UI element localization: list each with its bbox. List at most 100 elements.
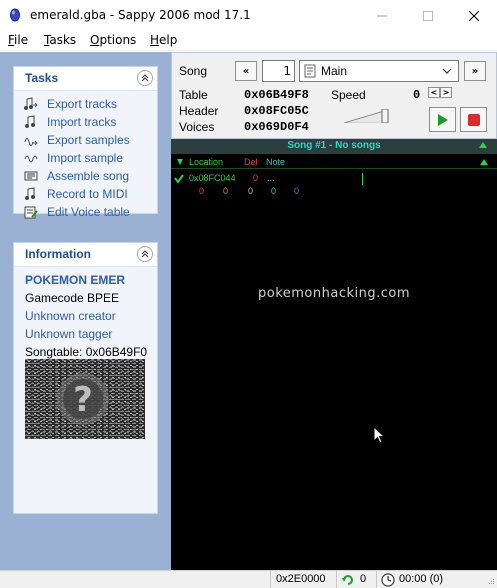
import-sample-icon [24, 155, 38, 163]
status-loops: 0 [360, 573, 367, 585]
task-label: Export tracks [47, 97, 118, 111]
status-time-seg: 00:00 (0) [376, 571, 497, 588]
window-title: emerald.gba - Sappy 2006 mod 17.1 [30, 8, 251, 22]
resize-grip-icon[interactable] [485, 577, 495, 587]
header-label: Header [179, 104, 219, 118]
info-panel-header: Information [14, 243, 157, 267]
tasks-panel-title: Tasks [25, 71, 59, 85]
song-label: Song [179, 64, 208, 78]
info-collapse-button[interactable] [137, 246, 153, 262]
table-label: Table [179, 88, 208, 102]
status-time: 00:00 (0) [399, 573, 444, 585]
menu-options[interactable]: Options [90, 33, 136, 47]
triangle-up-icon [480, 159, 488, 165]
task-label: Import tracks [47, 115, 117, 129]
status-bar: 0x2E0000 0 00:00 (0) [0, 570, 497, 588]
task-assemble-song[interactable]: Assemble song [14, 167, 157, 185]
speed-label: Speed [331, 88, 366, 102]
svg-text:?: ? [73, 380, 93, 420]
song-number-input[interactable]: 1 [262, 60, 295, 82]
task-label: Record to MIDI [47, 187, 128, 201]
track-param-0: 0 [199, 186, 205, 196]
table-value: 0x06B49F8 [244, 88, 309, 102]
task-import-tracks[interactable]: Import tracks [14, 113, 157, 131]
app-icon [10, 8, 20, 22]
track-param-4: 0 [294, 186, 300, 196]
song-header: Song #1 - No songs [171, 139, 497, 154]
info-panel: Information POKEMON EMER Gamecode BPEE U… [13, 242, 158, 514]
task-record-midi[interactable]: Record to MIDI [14, 185, 157, 203]
speed-up-button[interactable]: > [440, 87, 452, 98]
checkmark-icon[interactable] [174, 174, 184, 183]
voices-label: Voices [179, 120, 215, 134]
song-name-select[interactable]: Main [299, 60, 459, 82]
mouse-cursor-icon [373, 426, 386, 444]
tasks-panel-header: Tasks [14, 67, 157, 91]
prev-song-button[interactable]: « [235, 61, 257, 81]
track-view[interactable]: Song #1 - No songs Location Del Note 0x0… [171, 139, 497, 570]
creator-link[interactable]: Unknown creator [14, 307, 157, 325]
col-location: Location [189, 157, 224, 167]
menu-tasks[interactable]: Tasks [44, 33, 76, 47]
volume-slider[interactable] [344, 109, 392, 123]
tagger-link[interactable]: Unknown tagger [14, 325, 157, 343]
task-import-sample[interactable]: Import sample [14, 149, 157, 167]
chevron-up-double-icon [141, 74, 149, 82]
record-midi-icon [25, 187, 35, 200]
task-label: Import sample [47, 151, 124, 165]
import-tracks-icon [25, 115, 35, 128]
track-param-2: 0 [248, 186, 254, 196]
speed-value: 0 [413, 88, 421, 102]
loop-icon [342, 575, 353, 585]
track-location: 0x08FC044 [189, 173, 236, 183]
tasks-collapse-button[interactable] [137, 70, 153, 86]
task-export-tracks[interactable]: Export tracks [14, 95, 157, 113]
tasks-panel: Tasks Export tracks Import tracks Export… [13, 66, 158, 219]
status-loops-seg: 0 [336, 571, 376, 588]
speed-down-button[interactable]: < [428, 87, 440, 98]
task-label: Edit Voice table [47, 205, 130, 219]
header-value: 0x08FC05C [244, 104, 309, 118]
stop-button[interactable] [460, 107, 487, 132]
track-del: 0 [253, 173, 259, 183]
col-del: Del [244, 157, 258, 167]
minimize-icon [377, 15, 387, 16]
minimize-button[interactable] [359, 0, 405, 31]
edit-voice-table-icon [24, 206, 38, 219]
play-icon [437, 113, 448, 126]
song-controls: Song « 1 Main » Table 0x06B49F8 Speed 0 … [171, 52, 497, 139]
maximize-icon [423, 10, 433, 21]
track-param-3: 0 [271, 186, 277, 196]
triangle-up-icon [479, 142, 487, 148]
watermark-text: pokemonhacking.com [257, 286, 410, 301]
menu-help[interactable]: Help [150, 33, 177, 47]
left-pane: Tasks Export tracks Import tracks Export… [0, 52, 171, 570]
menu-file[interactable]: File [8, 33, 28, 47]
maximize-button[interactable] [405, 0, 451, 31]
export-samples-icon [24, 138, 38, 146]
menu-bar: File Tasks Options Help [0, 31, 497, 51]
status-address: 0x2E0000 [270, 571, 336, 588]
triangle-down-icon [177, 159, 183, 165]
close-button[interactable] [451, 0, 497, 31]
header-divider [171, 168, 497, 169]
track-position-marker [362, 173, 363, 185]
title-bar: emerald.gba - Sappy 2006 mod 17.1 [0, 0, 497, 31]
task-export-samples[interactable]: Export samples [14, 131, 157, 149]
document-icon [304, 64, 316, 78]
game-name: POKEMON EMER [25, 273, 126, 287]
track-param-1: 0 [223, 186, 229, 196]
gamecode: Gamecode BPEE [25, 291, 120, 305]
unknown-image-icon: ? [25, 359, 145, 439]
task-label: Export samples [47, 133, 130, 147]
task-edit-voice-table[interactable]: Edit Voice table [14, 203, 157, 221]
play-button[interactable] [429, 107, 456, 132]
next-song-button[interactable]: » [464, 61, 486, 81]
assemble-song-icon [24, 171, 38, 181]
info-panel-title: Information [25, 247, 91, 261]
track-note: ... [267, 173, 275, 183]
clock-icon [381, 573, 395, 587]
col-note: Note [266, 157, 286, 167]
chevron-up-double-icon [141, 250, 149, 258]
task-label: Assemble song [47, 169, 130, 183]
